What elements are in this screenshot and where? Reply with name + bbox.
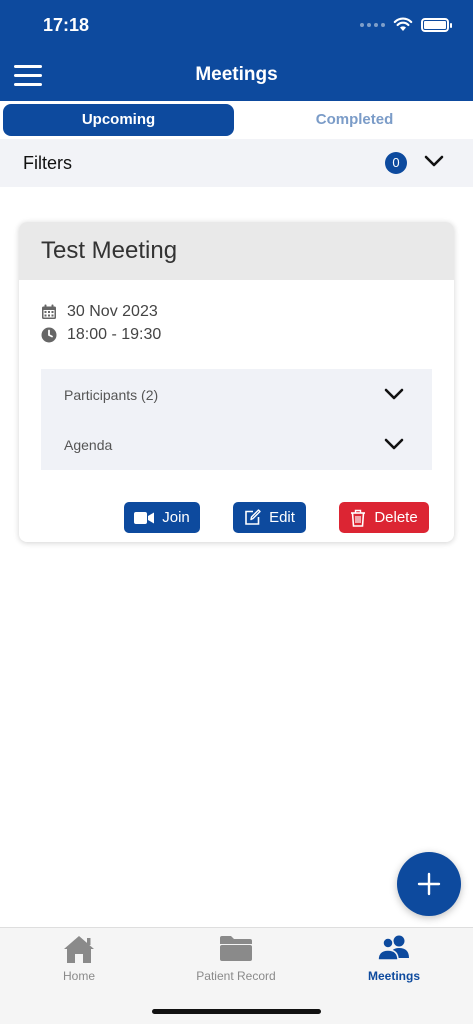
delete-label: Delete xyxy=(374,509,418,526)
filters-bar[interactable]: Filters 0 xyxy=(0,139,473,187)
meeting-time-row: 18:00 - 19:30 xyxy=(41,326,161,344)
meeting-card: Test Meeting 30 Nov 2023 18:00 - 19:30 P… xyxy=(19,222,454,542)
join-button[interactable]: Join xyxy=(124,502,200,533)
tab-upcoming[interactable]: Upcoming xyxy=(3,104,234,136)
agenda-section[interactable]: Agenda xyxy=(41,419,432,469)
nav-meetings[interactable]: Meetings xyxy=(355,928,433,988)
status-time: 17:18 xyxy=(43,15,90,35)
nav-patient-record-label: Patient Record xyxy=(196,969,276,983)
meeting-tabs: Upcoming Completed xyxy=(0,101,473,139)
edit-button[interactable]: Edit xyxy=(233,502,306,533)
meeting-card-header: Test Meeting xyxy=(19,222,454,280)
page-title: Meetings xyxy=(195,64,278,85)
meeting-date: 30 Nov 2023 xyxy=(67,303,158,320)
filters-count-badge: 0 xyxy=(385,152,407,174)
battery-icon xyxy=(421,17,452,32)
nav-home[interactable]: Home xyxy=(40,928,118,988)
app-header: 17:18 Meetings xyxy=(0,0,473,101)
delete-button[interactable]: Delete xyxy=(339,502,429,533)
filters-label: Filters xyxy=(23,153,72,173)
chevron-down-icon xyxy=(384,438,404,450)
video-camera-icon xyxy=(134,511,155,524)
chevron-down-icon[interactable] xyxy=(423,153,445,169)
edit-icon xyxy=(245,509,261,525)
meetings-screen: 17:18 Meetings Upcoming Completed Filter… xyxy=(0,0,473,1024)
trash-icon xyxy=(351,509,366,527)
meeting-date-row: 30 Nov 2023 xyxy=(41,303,158,321)
meeting-details-accordion: Participants (2) Agenda xyxy=(41,369,432,470)
join-label: Join xyxy=(162,509,190,526)
nav-home-label: Home xyxy=(62,969,95,983)
status-icons xyxy=(360,17,452,32)
add-meeting-button[interactable] xyxy=(397,852,461,916)
home-indicator xyxy=(152,1009,321,1014)
folder-icon xyxy=(220,936,252,961)
tab-completed[interactable]: Completed xyxy=(238,104,471,136)
participants-section[interactable]: Participants (2) xyxy=(41,369,432,419)
calendar-icon xyxy=(42,304,56,319)
participants-label: Participants (2) xyxy=(64,387,159,403)
clock-icon xyxy=(41,327,57,343)
signal-icon xyxy=(360,22,385,27)
chevron-down-icon xyxy=(384,388,404,400)
wifi-icon xyxy=(393,17,413,31)
users-icon xyxy=(377,935,409,961)
plus-icon xyxy=(417,872,441,896)
agenda-label: Agenda xyxy=(64,437,113,453)
nav-patient-record[interactable]: Patient Record xyxy=(180,928,292,988)
meeting-title: Test Meeting xyxy=(41,237,178,264)
nav-meetings-label: Meetings xyxy=(367,969,420,983)
meeting-time: 18:00 - 19:30 xyxy=(67,326,162,343)
edit-label: Edit xyxy=(269,509,295,526)
home-icon xyxy=(64,936,94,963)
